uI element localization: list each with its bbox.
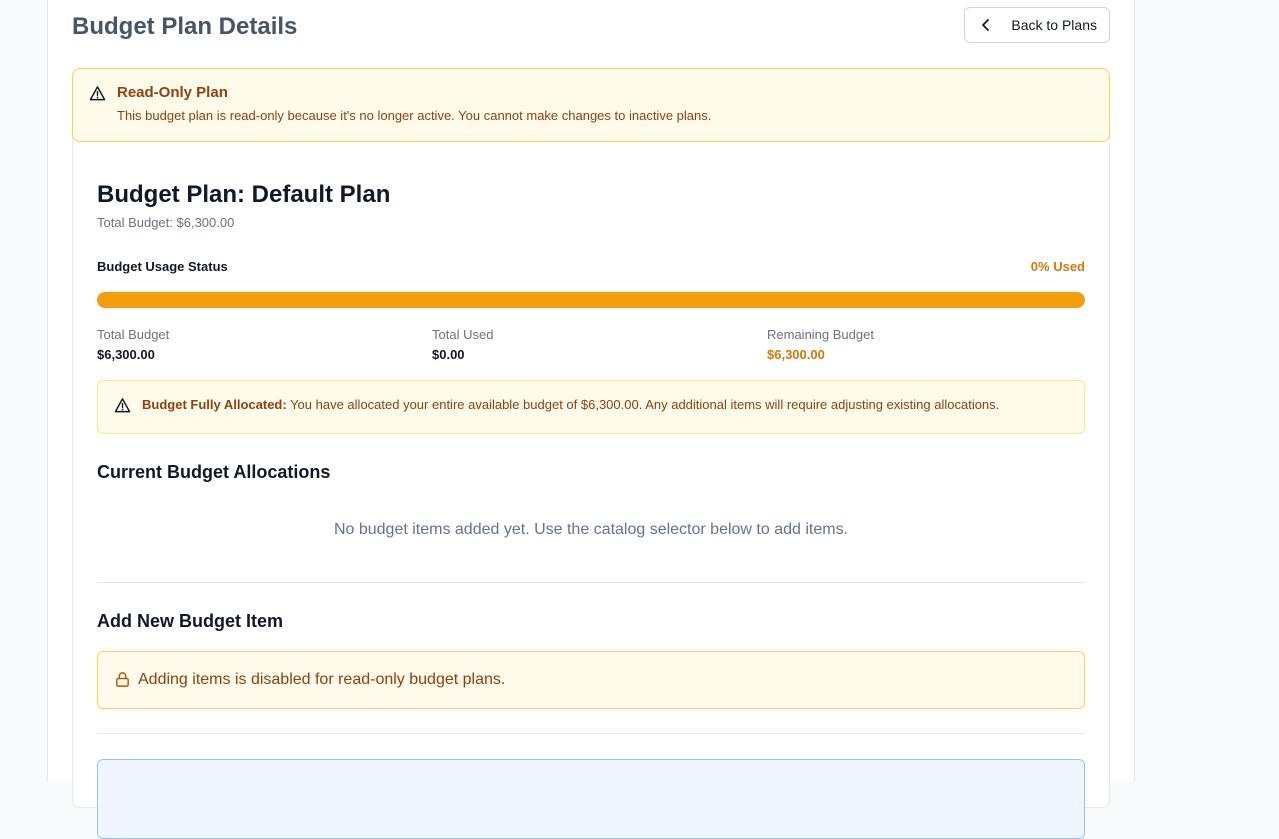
add-item-heading: Add New Budget Item (97, 611, 284, 631)
section-divider (97, 582, 1085, 583)
stat-label: Remaining Budget (767, 327, 874, 342)
chevron-left-icon (982, 19, 990, 31)
allocations-empty-message: No budget items added yet. Use the catal… (333, 521, 849, 538)
stat-value: $6,300.00 (97, 347, 155, 362)
info-box (97, 759, 1085, 839)
stat-label: Total Used (432, 327, 494, 342)
usage-status-label: Budget Usage Status (97, 259, 228, 274)
stat-value: $6,300.00 (767, 347, 825, 362)
usage-percent: 0% Used (1030, 259, 1085, 274)
stat-total-budget: Total Budget $6,300.00 (97, 327, 169, 363)
fully-allocated-message: You have allocated your entire available… (286, 397, 1000, 412)
stat-total-used: Total Used $0.00 (432, 327, 493, 363)
plan-card: Read-Only Plan This budget plan is read-… (72, 68, 1110, 839)
warning-triangle-icon (89, 86, 106, 101)
budget-progress-bar (97, 292, 1085, 308)
read-only-banner: Read-Only Plan This budget plan is read-… (72, 68, 1110, 142)
add-item-disabled-alert: Adding items is disabled for read-only b… (97, 651, 1085, 709)
add-item-disabled-text: Adding items is disabled for read-only b… (138, 671, 506, 688)
read-only-title: Read-Only Plan (117, 84, 228, 101)
plan-total-budget: Total Budget: $6,300.00 (97, 215, 235, 230)
fully-allocated-alert: Budget Fully Allocated: You have allocat… (97, 380, 1085, 434)
stat-remaining-budget: Remaining Budget $6,300.00 (767, 327, 874, 363)
back-to-plans-button[interactable]: Back to Plans (964, 7, 1110, 43)
plan-title: Budget Plan: Default Plan (97, 181, 391, 208)
page-title: Budget Plan Details (72, 13, 298, 40)
warning-triangle-icon (114, 398, 131, 413)
stat-label: Total Budget (97, 327, 170, 342)
fully-allocated-text: Budget Fully Allocated: You have allocat… (142, 397, 999, 412)
lock-icon (116, 672, 129, 687)
stat-value: $0.00 (432, 347, 465, 362)
current-allocations-heading: Current Budget Allocations (97, 462, 331, 482)
back-to-plans-label: Back to Plans (1011, 17, 1097, 33)
page-container: Budget Plan Details Back to Plans Read-O… (47, 0, 1135, 839)
fully-allocated-bold: Budget Fully Allocated: (142, 397, 287, 412)
section-divider (97, 733, 1085, 734)
read-only-description: This budget plan is read-only because it… (117, 108, 712, 123)
